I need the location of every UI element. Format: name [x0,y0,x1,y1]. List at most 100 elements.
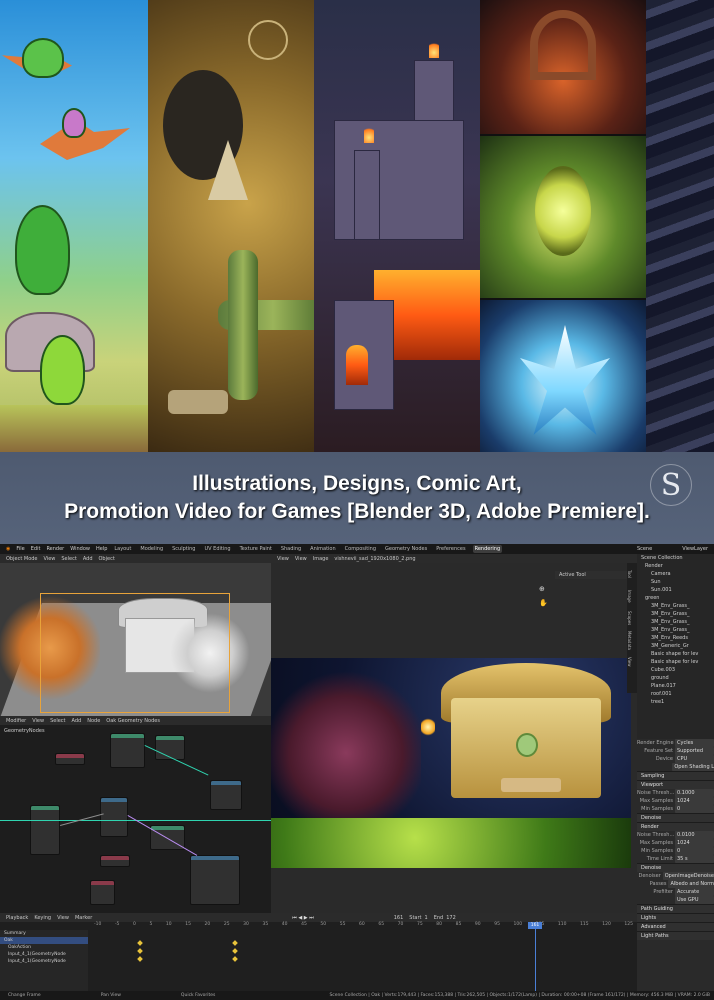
keyframe[interactable] [232,940,238,946]
tab-modeling[interactable]: Modeling [138,545,165,553]
prop-noise-threshold-viewport[interactable]: Noise Thresh... 0.1000 [637,789,714,797]
tab-scopes[interactable]: Scopes [627,607,632,629]
editor-type-modifier[interactable]: Modifier [6,718,26,724]
viewport-menu-select[interactable]: Select [61,556,76,562]
section-sampling[interactable]: Sampling [637,771,714,780]
tab-compositing[interactable]: Compositing [343,545,378,553]
timeline-channel[interactable]: Input_4_1(GeometryNode [0,958,88,965]
tab-sculpting[interactable]: Sculpting [170,545,197,553]
node[interactable] [55,753,85,765]
timeline-channel[interactable]: Input_4_1(GeometryNode [0,951,88,958]
use-gpu-checkbox[interactable]: Use GPU [675,896,714,904]
min-samples-field[interactable]: 0 [675,847,714,855]
playhead-frame-label[interactable]: 161 [528,922,542,929]
outliner-item[interactable]: 3M_Env_Grass_ [637,618,714,626]
timeline-channel[interactable]: OakAction [0,944,88,951]
node-menu-select[interactable]: Select [50,718,65,724]
node[interactable] [110,733,145,768]
tab-rendering[interactable]: Rendering [472,545,503,553]
min-samples-field[interactable]: 0 [675,805,714,813]
viewlayer-selector[interactable]: ViewLayer [682,546,708,552]
section-advanced[interactable]: Advanced [637,922,714,931]
prop-denoiser[interactable]: Denoiser OpenImageDenoise [637,872,714,880]
outliner-scene-collection[interactable]: Scene Collection [637,554,714,562]
node-menu-node[interactable]: Node [87,718,100,724]
outliner-item[interactable]: tree1 [637,698,714,706]
node[interactable] [90,880,115,905]
device-dropdown[interactable]: CPU [675,755,714,763]
end-frame-field[interactable]: 172 [446,915,456,921]
blender-logo-icon[interactable]: ◉ [6,546,10,552]
pan-hand-icon[interactable]: ✋ [539,599,548,607]
section-lights[interactable]: Lights [637,913,714,922]
viewport-menu-object[interactable]: Object [99,556,115,562]
prop-noise-threshold-render[interactable]: Noise Thresh... 0.0100 [637,831,714,839]
tab-metadata[interactable]: Metadata [627,629,632,651]
prop-open-shading[interactable]: Open Shading L [637,763,714,771]
section-light-paths[interactable]: Light Paths [637,931,714,940]
prop-max-samples-render[interactable]: Max Samples 1024 [637,839,714,847]
denoiser-dropdown[interactable]: OpenImageDenoise [662,872,714,880]
playhead[interactable] [535,922,536,991]
outliner-item[interactable]: ground [637,674,714,682]
timeline-menu-playback[interactable]: Playback [6,915,28,921]
tab-image[interactable]: Image [627,585,632,607]
tab-preferences[interactable]: Preferences [434,545,467,553]
timeline-ruler[interactable]: -10 -5 0 5 10 15 20 25 30 35 40 45 50 55 60 65 70 75 80 85 9… [90,922,637,930]
menu-window[interactable]: Window [70,546,90,552]
tab-uv-editing[interactable]: UV Editing [202,545,232,553]
node-tree-selector[interactable]: Oak Geometry Nodes [106,718,160,724]
outliner-item[interactable]: green [637,594,714,602]
render-engine-dropdown[interactable]: Cycles [675,739,714,747]
outliner-item[interactable]: Render [637,562,714,570]
prop-render-engine[interactable]: Render Engine Cycles [637,739,714,747]
outliner-item[interactable]: 3M_Env_Grass_ [637,626,714,634]
image-menu-view[interactable]: View [277,556,289,562]
prop-device[interactable]: Device CPU [637,755,714,763]
properties-editor[interactable]: Render Engine Cycles Feature Set Supported… [637,739,714,1000]
scene-selector[interactable]: Scene [637,546,652,552]
timeline-channel[interactable]: Oak [0,937,88,944]
current-frame-field[interactable]: 161 [394,915,404,921]
noise-threshold-field[interactable]: 0.0100 [675,831,714,839]
tab-texture-paint[interactable]: Texture Paint [238,545,274,553]
outliner-item[interactable]: Plane.017 [637,682,714,690]
mode-selector[interactable]: Object Mode [6,556,38,562]
outliner-item[interactable]: Basic shape for lev [637,658,714,666]
section-denoise-viewport[interactable]: Denoise [637,813,714,822]
tab-geometry-nodes[interactable]: Geometry Nodes [383,545,429,553]
outliner-item[interactable]: 3M_Env_Reeds [637,634,714,642]
noise-threshold-field[interactable]: 0.1000 [675,789,714,797]
timeline-menu-view[interactable]: View [57,915,69,921]
outliner-item[interactable]: Camera [637,570,714,578]
prefilter-dropdown[interactable]: Accurate [675,888,714,896]
prop-feature-set[interactable]: Feature Set Supported [637,747,714,755]
keyframe[interactable] [232,948,238,954]
outliner-item[interactable]: Sun [637,578,714,586]
playback-controls-icon[interactable]: ⏮ ◀ ▶ ⏭ [292,915,313,921]
keyframe[interactable] [232,956,238,962]
zoom-icon[interactable]: ⊕ [539,585,545,593]
prop-min-samples-render[interactable]: Min Samples 0 [637,847,714,855]
prop-prefilter[interactable]: Prefilter Accurate [637,888,714,896]
image-menu-view-2[interactable]: View [295,556,307,562]
outliner-item[interactable]: 3M_Env_Grass_ [637,602,714,610]
active-tool-panel[interactable]: Active Tool [555,571,635,579]
section-denoise-render[interactable]: Denoise [637,863,714,872]
outliner-item[interactable]: 3M_Generic_Gr [637,642,714,650]
image-name-field[interactable]: vishnevii_sad_1920x1080_2.png [334,556,415,562]
tab-tool[interactable]: Tool [627,563,632,585]
outliner-item[interactable]: 3M_Env_Grass_ [637,610,714,618]
section-render[interactable]: Render [637,822,714,831]
max-samples-field[interactable]: 1024 [675,839,714,847]
viewport-menu-add[interactable]: Add [83,556,93,562]
node[interactable] [190,855,240,905]
menu-edit[interactable]: Edit [31,546,41,552]
keyframe[interactable] [137,956,143,962]
3d-viewport[interactable] [0,563,271,716]
node-editor[interactable]: GeometryNodes [0,725,271,913]
keyframe[interactable] [137,948,143,954]
prop-time-limit[interactable]: Time Limit 35 s [637,855,714,863]
tab-layout[interactable]: Layout [112,545,133,553]
outliner-item[interactable]: Sun.001 [637,586,714,594]
